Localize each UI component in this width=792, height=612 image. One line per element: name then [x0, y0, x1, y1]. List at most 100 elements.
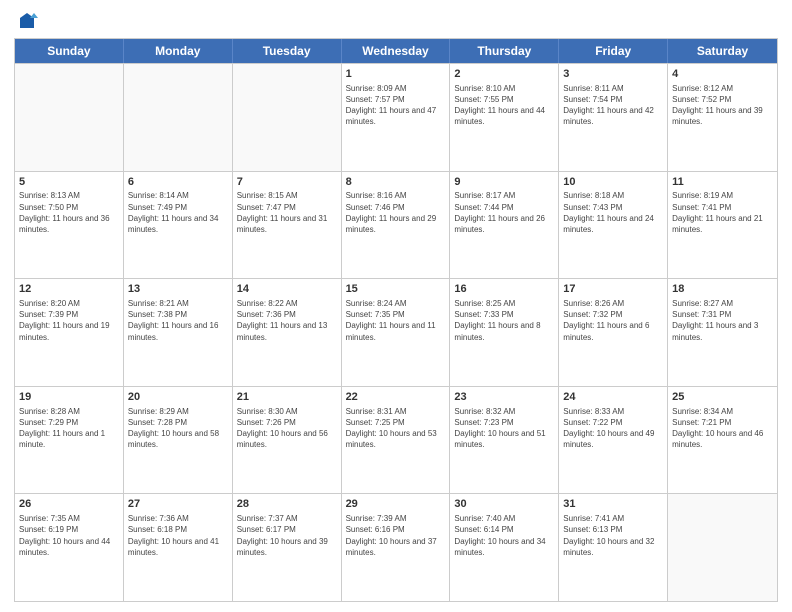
day-cell-3: 3Sunrise: 8:11 AMSunset: 7:54 PMDaylight…	[559, 64, 668, 171]
day-number: 11	[672, 175, 773, 190]
day-cell-22: 22Sunrise: 8:31 AMSunset: 7:25 PMDayligh…	[342, 387, 451, 494]
day-cell-30: 30Sunrise: 7:40 AMSunset: 6:14 PMDayligh…	[450, 494, 559, 601]
day-info: Sunrise: 8:20 AMSunset: 7:39 PMDaylight:…	[19, 298, 119, 343]
day-info: Sunrise: 8:16 AMSunset: 7:46 PMDaylight:…	[346, 190, 446, 235]
day-number: 13	[128, 282, 228, 297]
day-number: 19	[19, 390, 119, 405]
day-info: Sunrise: 8:25 AMSunset: 7:33 PMDaylight:…	[454, 298, 554, 343]
day-number: 27	[128, 497, 228, 512]
day-cell-15: 15Sunrise: 8:24 AMSunset: 7:35 PMDayligh…	[342, 279, 451, 386]
day-cell-16: 16Sunrise: 8:25 AMSunset: 7:33 PMDayligh…	[450, 279, 559, 386]
day-number: 25	[672, 390, 773, 405]
day-number: 22	[346, 390, 446, 405]
day-number: 18	[672, 282, 773, 297]
day-cell-28: 28Sunrise: 7:37 AMSunset: 6:17 PMDayligh…	[233, 494, 342, 601]
day-info: Sunrise: 7:37 AMSunset: 6:17 PMDaylight:…	[237, 513, 337, 558]
day-number: 12	[19, 282, 119, 297]
day-cell-1: 1Sunrise: 8:09 AMSunset: 7:57 PMDaylight…	[342, 64, 451, 171]
day-cell-26: 26Sunrise: 7:35 AMSunset: 6:19 PMDayligh…	[15, 494, 124, 601]
day-cell-25: 25Sunrise: 8:34 AMSunset: 7:21 PMDayligh…	[668, 387, 777, 494]
day-info: Sunrise: 8:19 AMSunset: 7:41 PMDaylight:…	[672, 190, 773, 235]
empty-cell	[668, 494, 777, 601]
day-cell-27: 27Sunrise: 7:36 AMSunset: 6:18 PMDayligh…	[124, 494, 233, 601]
day-cell-14: 14Sunrise: 8:22 AMSunset: 7:36 PMDayligh…	[233, 279, 342, 386]
day-number: 17	[563, 282, 663, 297]
day-cell-8: 8Sunrise: 8:16 AMSunset: 7:46 PMDaylight…	[342, 172, 451, 279]
day-cell-12: 12Sunrise: 8:20 AMSunset: 7:39 PMDayligh…	[15, 279, 124, 386]
header-cell-sunday: Sunday	[15, 39, 124, 63]
week-row-2: 5Sunrise: 8:13 AMSunset: 7:50 PMDaylight…	[15, 171, 777, 279]
logo	[14, 10, 38, 32]
day-info: Sunrise: 8:24 AMSunset: 7:35 PMDaylight:…	[346, 298, 446, 343]
day-number: 24	[563, 390, 663, 405]
header-cell-wednesday: Wednesday	[342, 39, 451, 63]
day-info: Sunrise: 8:33 AMSunset: 7:22 PMDaylight:…	[563, 406, 663, 451]
week-row-1: 1Sunrise: 8:09 AMSunset: 7:57 PMDaylight…	[15, 63, 777, 171]
calendar-body: 1Sunrise: 8:09 AMSunset: 7:57 PMDaylight…	[15, 63, 777, 601]
week-row-5: 26Sunrise: 7:35 AMSunset: 6:19 PMDayligh…	[15, 493, 777, 601]
day-number: 8	[346, 175, 446, 190]
day-cell-13: 13Sunrise: 8:21 AMSunset: 7:38 PMDayligh…	[124, 279, 233, 386]
day-number: 10	[563, 175, 663, 190]
day-cell-31: 31Sunrise: 7:41 AMSunset: 6:13 PMDayligh…	[559, 494, 668, 601]
day-info: Sunrise: 7:36 AMSunset: 6:18 PMDaylight:…	[128, 513, 228, 558]
day-info: Sunrise: 8:14 AMSunset: 7:49 PMDaylight:…	[128, 190, 228, 235]
day-info: Sunrise: 8:34 AMSunset: 7:21 PMDaylight:…	[672, 406, 773, 451]
day-info: Sunrise: 8:21 AMSunset: 7:38 PMDaylight:…	[128, 298, 228, 343]
logo-icon	[16, 10, 38, 32]
day-cell-10: 10Sunrise: 8:18 AMSunset: 7:43 PMDayligh…	[559, 172, 668, 279]
day-info: Sunrise: 7:41 AMSunset: 6:13 PMDaylight:…	[563, 513, 663, 558]
day-cell-6: 6Sunrise: 8:14 AMSunset: 7:49 PMDaylight…	[124, 172, 233, 279]
header-cell-thursday: Thursday	[450, 39, 559, 63]
day-number: 9	[454, 175, 554, 190]
day-number: 7	[237, 175, 337, 190]
day-number: 30	[454, 497, 554, 512]
day-info: Sunrise: 8:12 AMSunset: 7:52 PMDaylight:…	[672, 83, 773, 128]
day-cell-21: 21Sunrise: 8:30 AMSunset: 7:26 PMDayligh…	[233, 387, 342, 494]
week-row-4: 19Sunrise: 8:28 AMSunset: 7:29 PMDayligh…	[15, 386, 777, 494]
header-cell-friday: Friday	[559, 39, 668, 63]
header-cell-saturday: Saturday	[668, 39, 777, 63]
day-cell-23: 23Sunrise: 8:32 AMSunset: 7:23 PMDayligh…	[450, 387, 559, 494]
day-info: Sunrise: 7:35 AMSunset: 6:19 PMDaylight:…	[19, 513, 119, 558]
day-cell-5: 5Sunrise: 8:13 AMSunset: 7:50 PMDaylight…	[15, 172, 124, 279]
day-info: Sunrise: 7:39 AMSunset: 6:16 PMDaylight:…	[346, 513, 446, 558]
day-info: Sunrise: 8:09 AMSunset: 7:57 PMDaylight:…	[346, 83, 446, 128]
day-cell-24: 24Sunrise: 8:33 AMSunset: 7:22 PMDayligh…	[559, 387, 668, 494]
day-cell-7: 7Sunrise: 8:15 AMSunset: 7:47 PMDaylight…	[233, 172, 342, 279]
header-cell-monday: Monday	[124, 39, 233, 63]
empty-cell	[233, 64, 342, 171]
empty-cell	[124, 64, 233, 171]
day-number: 20	[128, 390, 228, 405]
day-info: Sunrise: 7:40 AMSunset: 6:14 PMDaylight:…	[454, 513, 554, 558]
day-cell-9: 9Sunrise: 8:17 AMSunset: 7:44 PMDaylight…	[450, 172, 559, 279]
header-cell-tuesday: Tuesday	[233, 39, 342, 63]
calendar: SundayMondayTuesdayWednesdayThursdayFrid…	[14, 38, 778, 602]
day-cell-2: 2Sunrise: 8:10 AMSunset: 7:55 PMDaylight…	[450, 64, 559, 171]
day-cell-4: 4Sunrise: 8:12 AMSunset: 7:52 PMDaylight…	[668, 64, 777, 171]
day-info: Sunrise: 8:29 AMSunset: 7:28 PMDaylight:…	[128, 406, 228, 451]
day-number: 26	[19, 497, 119, 512]
header	[14, 10, 778, 32]
day-info: Sunrise: 8:11 AMSunset: 7:54 PMDaylight:…	[563, 83, 663, 128]
day-number: 3	[563, 67, 663, 82]
day-info: Sunrise: 8:32 AMSunset: 7:23 PMDaylight:…	[454, 406, 554, 451]
day-info: Sunrise: 8:30 AMSunset: 7:26 PMDaylight:…	[237, 406, 337, 451]
day-number: 21	[237, 390, 337, 405]
day-cell-11: 11Sunrise: 8:19 AMSunset: 7:41 PMDayligh…	[668, 172, 777, 279]
day-number: 31	[563, 497, 663, 512]
page: SundayMondayTuesdayWednesdayThursdayFrid…	[0, 0, 792, 612]
day-info: Sunrise: 8:13 AMSunset: 7:50 PMDaylight:…	[19, 190, 119, 235]
day-number: 15	[346, 282, 446, 297]
day-number: 2	[454, 67, 554, 82]
day-info: Sunrise: 8:22 AMSunset: 7:36 PMDaylight:…	[237, 298, 337, 343]
day-info: Sunrise: 8:15 AMSunset: 7:47 PMDaylight:…	[237, 190, 337, 235]
day-number: 28	[237, 497, 337, 512]
day-number: 29	[346, 497, 446, 512]
day-number: 23	[454, 390, 554, 405]
calendar-header: SundayMondayTuesdayWednesdayThursdayFrid…	[15, 39, 777, 63]
day-number: 16	[454, 282, 554, 297]
day-info: Sunrise: 8:26 AMSunset: 7:32 PMDaylight:…	[563, 298, 663, 343]
day-number: 1	[346, 67, 446, 82]
day-number: 5	[19, 175, 119, 190]
